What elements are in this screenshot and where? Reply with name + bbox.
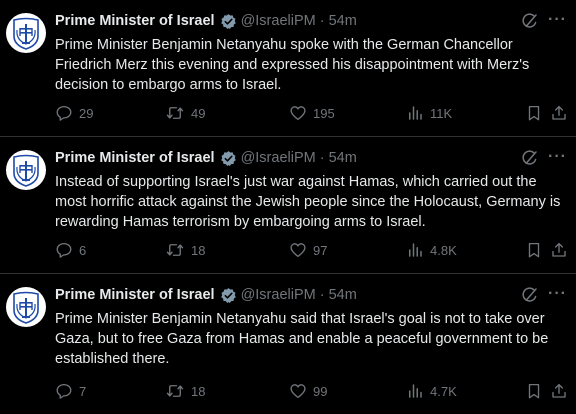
timestamp[interactable]: 54m: [329, 286, 357, 304]
share-icon: [552, 105, 566, 120]
reply-icon: [56, 105, 72, 121]
reply-count: 6: [79, 242, 87, 258]
share-icon: [552, 242, 566, 257]
avatar[interactable]: [6, 150, 46, 190]
views-icon: [409, 106, 422, 120]
views-icon: [409, 243, 422, 257]
reply-icon: [56, 242, 72, 258]
like-icon: [290, 243, 306, 258]
more-icon[interactable]: ···: [548, 148, 567, 166]
reply-count: 29: [79, 105, 94, 121]
verified-badge-icon: [220, 287, 237, 304]
like-button[interactable]: 195: [289, 104, 335, 122]
author-name[interactable]: Prime Minister of Israel: [55, 286, 215, 304]
separator-dot: ·: [319, 13, 325, 29]
separator-dot: ·: [319, 150, 325, 166]
share-button[interactable]: [550, 241, 568, 259]
grok-icon[interactable]: [521, 286, 539, 309]
share-icon: [552, 383, 566, 398]
reply-button[interactable]: 29: [55, 104, 93, 122]
views-button[interactable]: 11K: [406, 104, 452, 122]
views-button[interactable]: 4.8K: [406, 241, 457, 259]
reply-button[interactable]: 6: [55, 241, 86, 259]
avatar[interactable]: [6, 287, 46, 327]
repost-button[interactable]: 18: [165, 382, 205, 400]
reply-button[interactable]: 7: [55, 382, 86, 400]
author-handle[interactable]: @IsraeliPM: [241, 12, 316, 30]
like-icon: [290, 106, 306, 121]
like-count: 195: [313, 105, 335, 121]
repost-icon: [166, 107, 184, 119]
verified-badge-icon: [220, 150, 237, 167]
bookmark-icon: [528, 242, 540, 258]
bookmark-button[interactable]: [525, 104, 543, 122]
bookmark-button[interactable]: [525, 241, 543, 259]
author-name[interactable]: Prime Minister of Israel: [55, 12, 215, 30]
timestamp[interactable]: 54m: [329, 149, 357, 167]
action-bar: 6 18 97 4.8K: [55, 240, 568, 260]
timeline: Prime Minister of Israel @IsraeliPM · 54…: [0, 0, 576, 414]
more-icon[interactable]: ···: [548, 11, 567, 29]
action-bar: 7 18 99 4.7K: [55, 381, 568, 401]
share-button[interactable]: [550, 104, 568, 122]
bookmark-icon: [528, 383, 540, 399]
separator-dot: ·: [319, 287, 325, 303]
emblem-avatar-icon: [13, 291, 39, 324]
tweet[interactable]: Prime Minister of Israel @IsraeliPM · 54…: [0, 274, 576, 414]
views-count: 4.7K: [430, 383, 457, 399]
like-count: 97: [313, 242, 328, 258]
tweet-text: Prime Minister Benjamin Netanyahu said t…: [55, 311, 549, 367]
bookmark-icon: [528, 105, 540, 121]
avatar[interactable]: [6, 13, 46, 53]
repost-count: 18: [191, 383, 206, 399]
repost-icon: [166, 385, 184, 397]
like-button[interactable]: 97: [289, 241, 327, 259]
views-button[interactable]: 4.7K: [406, 382, 457, 400]
repost-button[interactable]: 18: [165, 241, 205, 259]
emblem-avatar-icon: [13, 154, 39, 187]
share-button[interactable]: [550, 382, 568, 400]
author-handle[interactable]: @IsraeliPM: [241, 286, 316, 304]
like-icon: [290, 384, 306, 399]
more-icon[interactable]: ···: [548, 285, 567, 303]
views-icon: [409, 384, 422, 398]
repost-count: 49: [191, 105, 206, 121]
bookmark-button[interactable]: [525, 382, 543, 400]
tweet-text: Instead of supporting Israel's just war …: [55, 174, 561, 230]
tweet[interactable]: Prime Minister of Israel @IsraeliPM · 54…: [0, 137, 576, 274]
grok-icon[interactable]: [521, 12, 539, 35]
like-button[interactable]: 99: [289, 382, 327, 400]
tweet[interactable]: Prime Minister of Israel @IsraeliPM · 54…: [0, 0, 576, 137]
views-count: 4.8K: [430, 242, 457, 258]
timestamp[interactable]: 54m: [329, 12, 357, 30]
tweet-text: Prime Minister Benjamin Netanyahu spoke …: [55, 37, 530, 93]
reply-count: 7: [79, 383, 87, 399]
reply-icon: [56, 383, 72, 399]
emblem-avatar-icon: [13, 17, 39, 50]
author-name[interactable]: Prime Minister of Israel: [55, 149, 215, 167]
action-bar: 29 49 195 11K: [55, 103, 568, 123]
repost-button[interactable]: 49: [165, 104, 205, 122]
grok-icon[interactable]: [521, 149, 539, 172]
verified-badge-icon: [220, 13, 237, 30]
repost-icon: [166, 244, 184, 256]
author-handle[interactable]: @IsraeliPM: [241, 149, 316, 167]
views-count: 11K: [430, 105, 453, 121]
repost-count: 18: [191, 242, 206, 258]
like-count: 99: [313, 383, 328, 399]
